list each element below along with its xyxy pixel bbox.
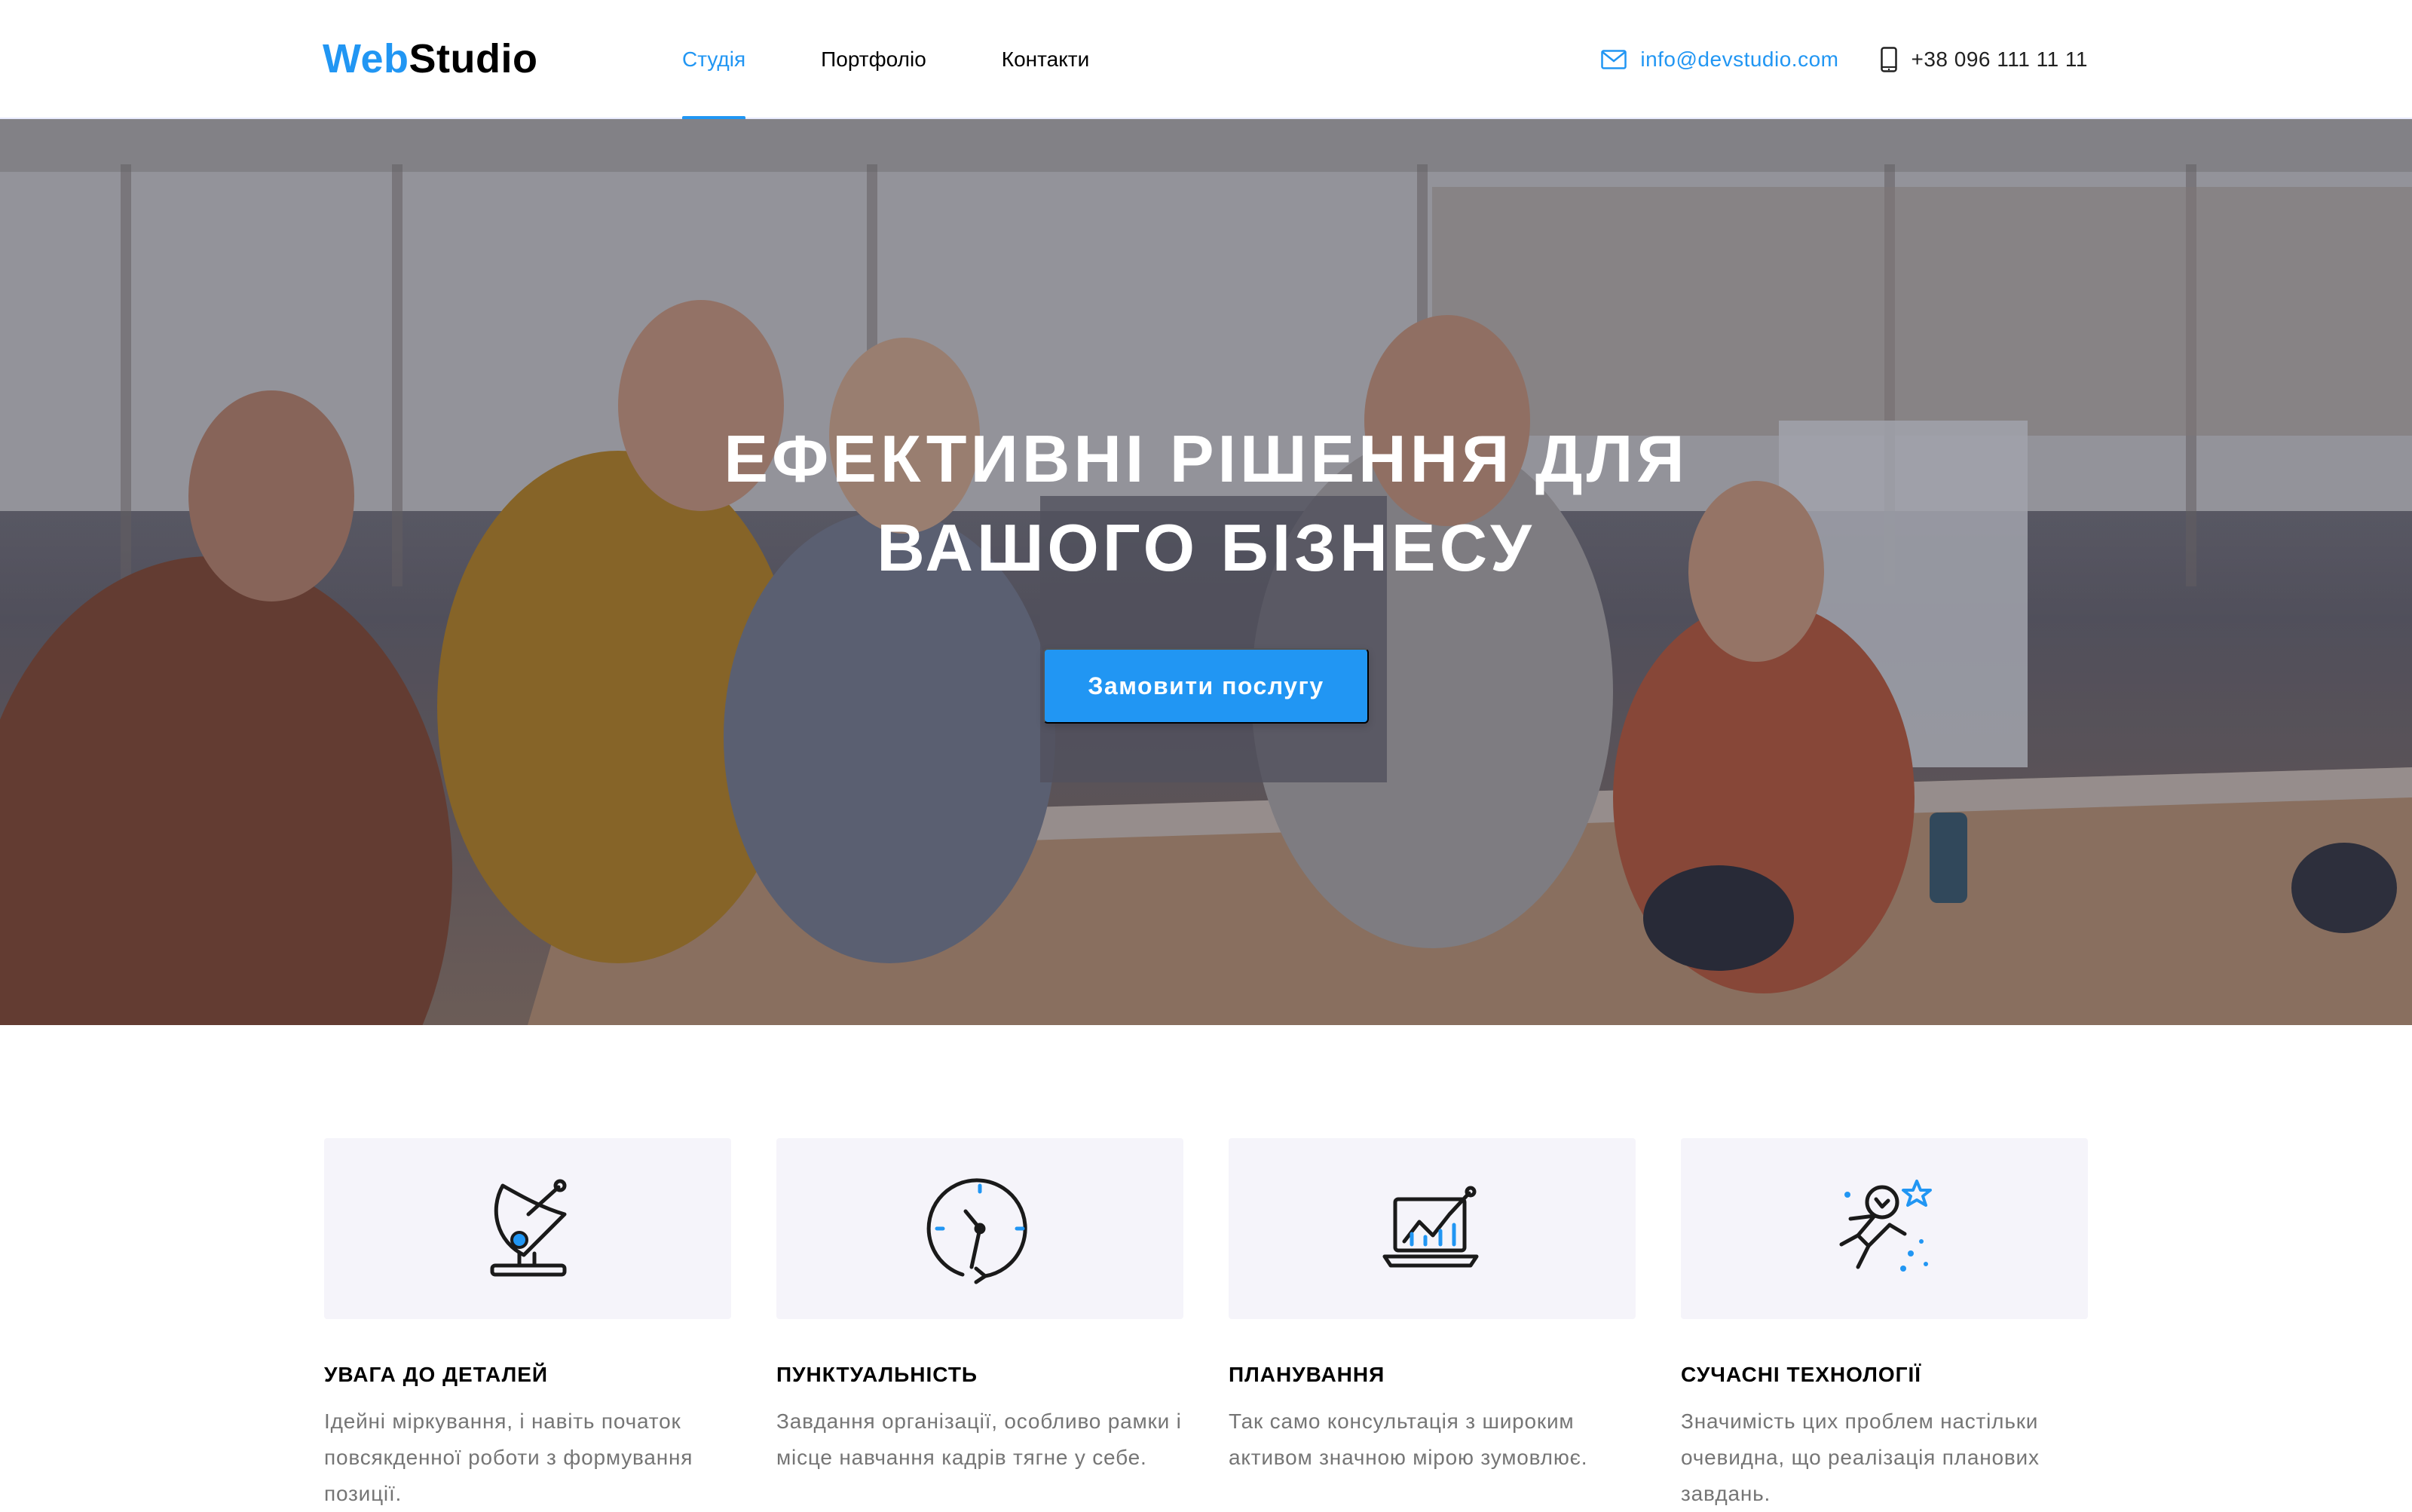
phone-text: +38 096 111 11 11 [1911,47,2088,71]
header-contacts: info@devstudio.com +38 096 111 11 11 [1601,0,2088,119]
hero-section: Ефективні рішення для вашого бізнесу Зам… [0,119,2412,1025]
phone-link[interactable]: +38 096 111 11 11 [1881,47,2088,72]
feature-text: Завдання організації, особливо рамки і м… [776,1409,1182,1469]
feature-title: Пунктуальність [776,1363,978,1386]
features-section: Увага до деталей Ідейні міркування, і на… [324,1138,2088,1512]
smartphone-icon [1881,47,1898,72]
feature-card: Увага до деталей Ідейні міркування, і на… [324,1138,731,1512]
clock-icon [926,1178,1027,1284]
main-nav: Студія Портфоліо Контакти [682,0,1165,121]
feature-title: Сучасні технології [1681,1363,1922,1386]
nav-item-studio[interactable]: Студія [682,0,746,121]
hero-title: Ефективні рішення для вашого бізнесу [0,415,2412,592]
logo[interactable]: WebStudio [323,35,537,83]
nav-item-contacts[interactable]: Контакти [1002,0,1089,119]
feature-card: Планування Так само консультація з широк… [1229,1138,1636,1512]
feature-icon-box [1681,1138,2088,1319]
feature-title: Планування [1229,1363,1385,1386]
feature-text: Ідейні міркування, і навіть початок повс… [324,1409,693,1505]
satellite-dish-icon [490,1179,567,1277]
feature-title: Увага до деталей [324,1363,549,1386]
feature-text: Значимість цих проблем настільки очевидн… [1681,1409,2040,1505]
logo-part-studio: Studio [409,36,538,81]
feature-icon-box [1229,1138,1636,1319]
hero-title-line2: вашого бізнесу [877,510,1535,585]
feature-icon-box [776,1138,1183,1319]
email-link[interactable]: info@devstudio.com [1601,47,1838,72]
nav-item-portfolio[interactable]: Портфоліо [821,0,926,119]
astronaut-icon [1839,1180,1932,1272]
site-header: WebStudio Студія Портфоліо Контакти info… [0,0,2412,121]
feature-icon-box [324,1138,731,1319]
feature-card: Пунктуальність Завдання організації, осо… [776,1138,1183,1512]
feature-card: Сучасні технології Значимість цих пробле… [1681,1138,2088,1512]
logo-part-web: Web [323,36,409,81]
hero-title-line1: Ефективні рішення для [724,421,1688,496]
feature-text: Так само консультація з широким активом … [1229,1409,1588,1469]
email-text: info@devstudio.com [1640,47,1839,71]
envelope-icon [1601,50,1627,69]
laptop-chart-icon [1382,1186,1479,1268]
order-service-button[interactable]: Замовити послугу [1043,648,1369,724]
